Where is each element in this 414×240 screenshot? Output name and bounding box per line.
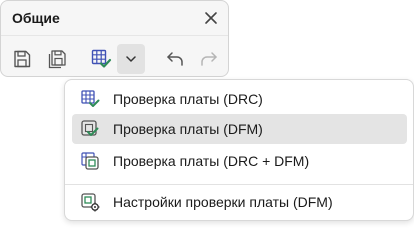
undo-icon — [167, 52, 183, 66]
save-all-button[interactable] — [44, 46, 70, 72]
close-icon — [205, 12, 217, 24]
menu-item-label: Настройки проверки платы (DFM) — [113, 194, 333, 210]
menu-separator — [65, 184, 413, 185]
menu-item-dfm-settings[interactable]: Настройки проверки платы (DFM) — [72, 187, 407, 217]
general-toolbar-panel: Общие — [0, 0, 229, 77]
menu-item-drc[interactable]: Проверка платы (DRC) — [72, 84, 407, 114]
menu-item-dfm[interactable]: Проверка платы (DFM) — [72, 114, 407, 144]
redo-button[interactable] — [196, 46, 222, 72]
board-check-menu: Проверка платы (DRC) Проверка платы (DFM… — [64, 79, 414, 221]
dfm-chip-check-icon — [80, 119, 100, 139]
undo-button[interactable] — [162, 46, 188, 72]
menu-item-label: Проверка платы (DRC) — [113, 91, 263, 107]
menu-item-drc-dfm[interactable]: Проверка платы (DRC + DFM) — [72, 146, 407, 176]
menu-item-label: Проверка платы (DFM) — [113, 121, 263, 137]
dfm-settings-icon — [80, 192, 100, 212]
save-all-icon — [48, 50, 66, 69]
board-check-dropdown-button[interactable] — [117, 44, 145, 74]
canvas: Общие Проверка платы (DRC) Проверка плат… — [0, 0, 414, 221]
save-icon — [14, 50, 31, 68]
menu-item-label: Проверка платы (DRC + DFM) — [113, 153, 310, 169]
panel-divider — [1, 35, 228, 36]
drc-grid-check-icon — [80, 89, 100, 109]
drc-dfm-chip-icon — [80, 151, 100, 171]
save-button[interactable] — [9, 46, 35, 72]
panel-title: Общие — [12, 10, 60, 26]
board-check-icon — [91, 49, 112, 68]
close-button[interactable] — [201, 8, 221, 28]
chevron-down-icon — [126, 56, 136, 62]
board-check-button[interactable] — [86, 44, 116, 74]
redo-icon — [201, 52, 217, 66]
